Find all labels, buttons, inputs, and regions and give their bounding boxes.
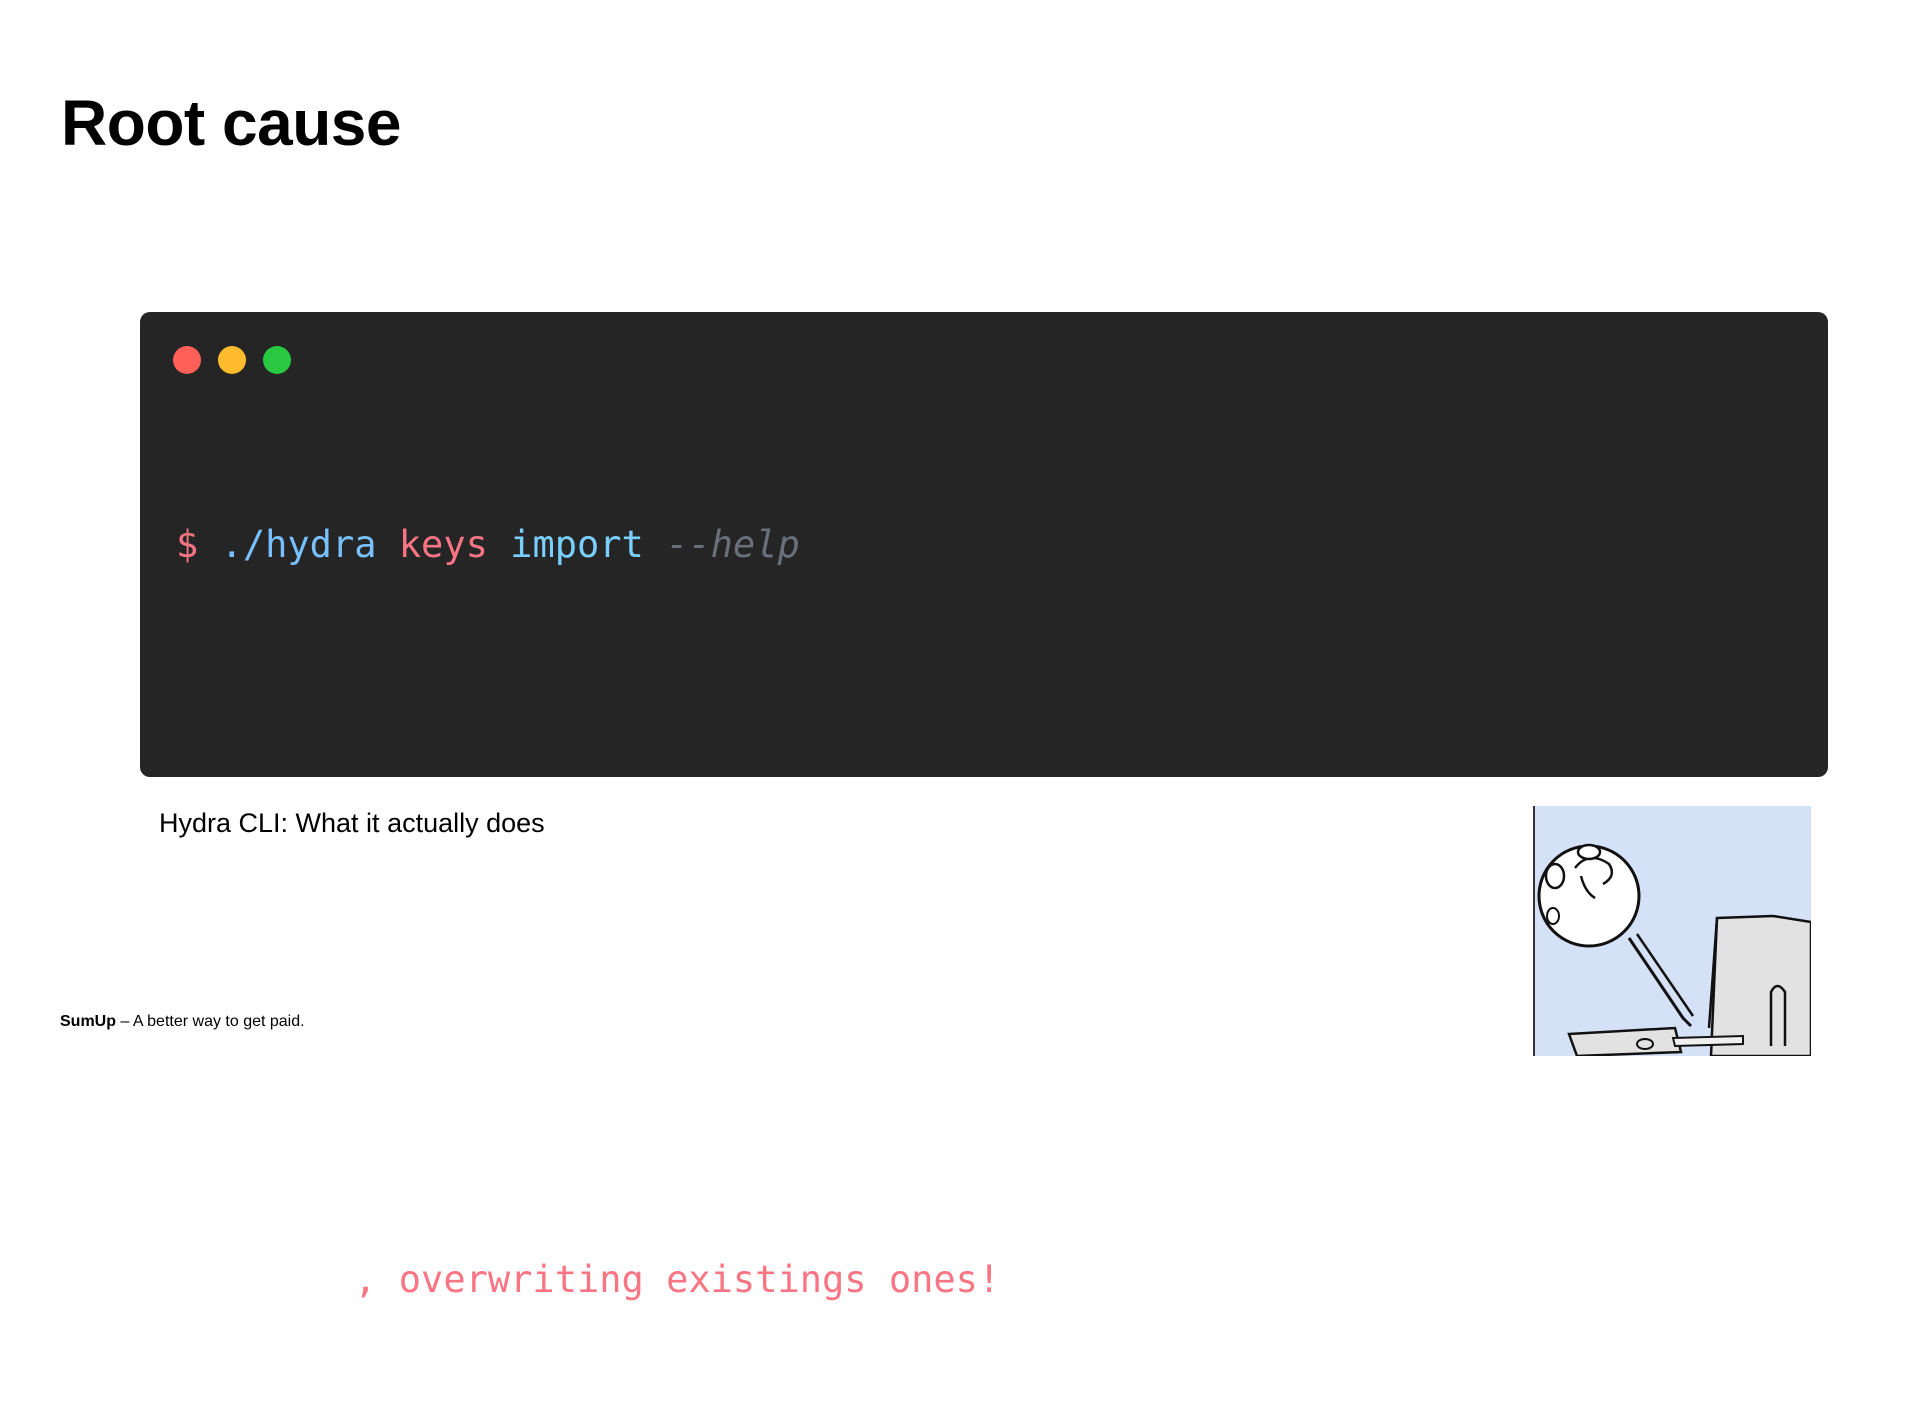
output-line-3-plain: that set bbox=[176, 1258, 355, 1301]
terminal-caption: Hydra CLI: What it actually does bbox=[159, 808, 545, 838]
output-line-3-comma: , bbox=[354, 1258, 377, 1301]
command-line: $ ./hydra keys import --help bbox=[176, 520, 1798, 569]
command-argument: import bbox=[510, 523, 644, 566]
slide-footer: SumUp – A better way to get paid. bbox=[60, 1013, 305, 1031]
output-line-3: that set, overwriting existings ones! bbox=[176, 1255, 1798, 1304]
output-line-2: If the JSON Web Key Set exists already, … bbox=[176, 1111, 1825, 1154]
footer-brand: SumUp bbox=[60, 1013, 116, 1030]
overwrite-warning-text: overwriting existings ones! bbox=[398, 1258, 1001, 1301]
prompt-symbol: $ bbox=[176, 523, 199, 566]
window-controls bbox=[173, 346, 291, 374]
close-dot-icon bbox=[173, 346, 201, 374]
maximize-dot-icon bbox=[263, 346, 291, 374]
minimize-dot-icon bbox=[218, 346, 246, 374]
footer-tagline: – A better way to get paid. bbox=[120, 1013, 305, 1030]
command-subcommand: keys bbox=[398, 523, 488, 566]
facepalm-comic-illustration bbox=[1533, 806, 1811, 1056]
command-flag: --help bbox=[666, 523, 800, 566]
terminal-window: $ ./hydra keys import --help This comman… bbox=[140, 312, 1828, 1301]
slide-title: Root cause bbox=[61, 87, 401, 159]
command-path: ./hydra bbox=[220, 523, 377, 566]
